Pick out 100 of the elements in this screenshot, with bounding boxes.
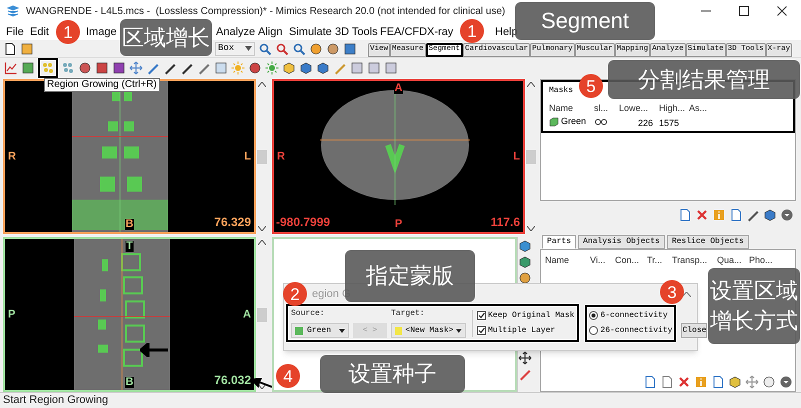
- magnifier-icon[interactable]: [275, 42, 289, 56]
- magnifier-icon[interactable]: [258, 42, 272, 56]
- column-header[interactable]: Lowe...: [619, 103, 648, 113]
- slice-reading: 76.329: [214, 216, 251, 228]
- panel-tab[interactable]: Reslice Objects: [666, 235, 749, 249]
- checkbox-label: Multiple Layer: [488, 324, 556, 336]
- square-icon[interactable]: [384, 60, 398, 74]
- orientation-label: P: [7, 309, 16, 320]
- scroll-down-icon[interactable]: [258, 226, 266, 231]
- dots-icon[interactable]: [61, 60, 75, 74]
- scroll-up-icon[interactable]: [258, 240, 266, 245]
- radio-label: 6-connectivity: [600, 310, 668, 322]
- maximize-icon[interactable]: [738, 5, 750, 17]
- menu-item[interactable]: 3D Tools: [335, 26, 378, 38]
- pencil-icon[interactable]: [746, 208, 760, 222]
- square-icon[interactable]: [367, 60, 381, 74]
- menu-item[interactable]: Align: [258, 26, 282, 38]
- close-button[interactable]: Close: [681, 323, 708, 338]
- square-icon[interactable]: [21, 60, 35, 74]
- square-icon[interactable]: [20, 42, 34, 56]
- column-header[interactable]: sl...: [594, 103, 608, 113]
- close-icon[interactable]: [776, 5, 788, 17]
- callout-text: 分割结果管理: [638, 66, 770, 94]
- dropdown-icon[interactable]: [780, 208, 794, 222]
- caret-icon: [339, 328, 345, 332]
- scroll-thumb[interactable]: [257, 150, 267, 164]
- arrow-icon: [140, 343, 168, 357]
- scroll-thumb[interactable]: [526, 150, 536, 164]
- zoom-dropdown[interactable]: Box: [215, 42, 255, 56]
- caret-icon: [245, 46, 252, 51]
- image-viewport[interactable]: T P A B 76.032: [3, 237, 256, 392]
- glasses-icon[interactable]: [594, 118, 608, 126]
- move-icon[interactable]: [518, 351, 532, 365]
- target-dropdown[interactable]: <New Mask>: [391, 323, 466, 338]
- circle-icon[interactable]: [326, 42, 340, 56]
- column-header[interactable]: Qua...: [717, 255, 742, 265]
- column-header[interactable]: Pho...: [749, 255, 773, 265]
- menu-item[interactable]: Edit: [30, 26, 49, 38]
- scroll-thumb[interactable]: [257, 308, 267, 322]
- menu-item[interactable]: X-ray: [427, 26, 454, 38]
- field-label: Source:: [291, 308, 326, 320]
- square-icon[interactable]: [343, 42, 357, 56]
- dropdown-icon[interactable]: [779, 375, 793, 389]
- square-icon[interactable]: [350, 60, 364, 74]
- table-cell: 1575: [659, 118, 680, 128]
- field-label: Target:: [391, 308, 426, 320]
- panel-tab[interactable]: Parts: [542, 235, 576, 249]
- menu-item[interactable]: FEA/CFD: [380, 26, 428, 38]
- scroll-down-icon[interactable]: [527, 226, 535, 231]
- circle-icon[interactable]: [78, 60, 92, 74]
- circle-icon[interactable]: [518, 271, 532, 285]
- scroll-up-icon[interactable]: [258, 82, 266, 87]
- status-text: Start Region Growing: [3, 393, 108, 408]
- app-logo-icon: [6, 4, 20, 18]
- orientation-label: R: [276, 151, 286, 162]
- radio-label: 26-connectivity: [600, 324, 672, 336]
- orientation-label: B: [124, 219, 134, 230]
- callout-text: 设置区域: [710, 277, 798, 305]
- image-viewport[interactable]: A R L -980.7999 P 117.6: [272, 79, 525, 234]
- checkbox-label: Keep Original Mask: [488, 310, 574, 322]
- radio-button[interactable]: [589, 326, 598, 335]
- orientation-label: P: [394, 219, 404, 230]
- column-header[interactable]: Tr...: [647, 255, 662, 265]
- column-header[interactable]: As...: [689, 103, 708, 113]
- square-icon[interactable]: [112, 60, 126, 74]
- column-header[interactable]: Transp...: [672, 255, 708, 265]
- checkbox[interactable]: [477, 311, 486, 320]
- panel-tab[interactable]: Analysis Objects: [578, 235, 665, 249]
- slice-reading: -980.7999: [276, 216, 330, 228]
- column-header[interactable]: Vi...: [590, 255, 606, 265]
- orientation-label: A: [394, 83, 404, 94]
- circle-icon[interactable]: [762, 375, 776, 389]
- chart-icon[interactable]: [4, 60, 18, 74]
- callout-text: 指定蒙版: [366, 262, 454, 290]
- square-icon[interactable]: [95, 60, 109, 74]
- column-header[interactable]: Name: [549, 103, 574, 113]
- circle-icon[interactable]: [309, 42, 323, 56]
- scroll-up-icon[interactable]: [527, 82, 535, 87]
- table-cell-text: Green: [561, 115, 586, 128]
- circle-icon[interactable]: [248, 60, 262, 74]
- square-icon[interactable]: [214, 60, 228, 74]
- column-header[interactable]: High...: [659, 103, 686, 113]
- radio-button[interactable]: [589, 311, 598, 320]
- delete-icon[interactable]: [695, 208, 709, 222]
- magnifier-icon[interactable]: [292, 42, 306, 56]
- menu-item[interactable]: Simulate: [289, 26, 332, 38]
- menu-item[interactable]: File: [6, 26, 24, 38]
- collapse-icon[interactable]: [682, 292, 691, 296]
- menu-item[interactable]: Image: [86, 26, 117, 38]
- orientation-label: B: [124, 377, 134, 388]
- menu-item[interactable]: Analyze: [216, 26, 256, 38]
- column-header[interactable]: Name: [545, 255, 570, 265]
- slice-reading: 76.032: [214, 374, 251, 386]
- column-header[interactable]: Con...: [615, 255, 640, 265]
- delete-icon[interactable]: [677, 375, 691, 389]
- tooltip: Region Growing (Ctrl+R): [44, 78, 160, 92]
- scroll-down-icon[interactable]: [258, 384, 266, 389]
- table-cell: 226: [638, 118, 653, 128]
- checkbox[interactable]: [477, 326, 486, 335]
- source-dropdown[interactable]: Green: [291, 323, 349, 338]
